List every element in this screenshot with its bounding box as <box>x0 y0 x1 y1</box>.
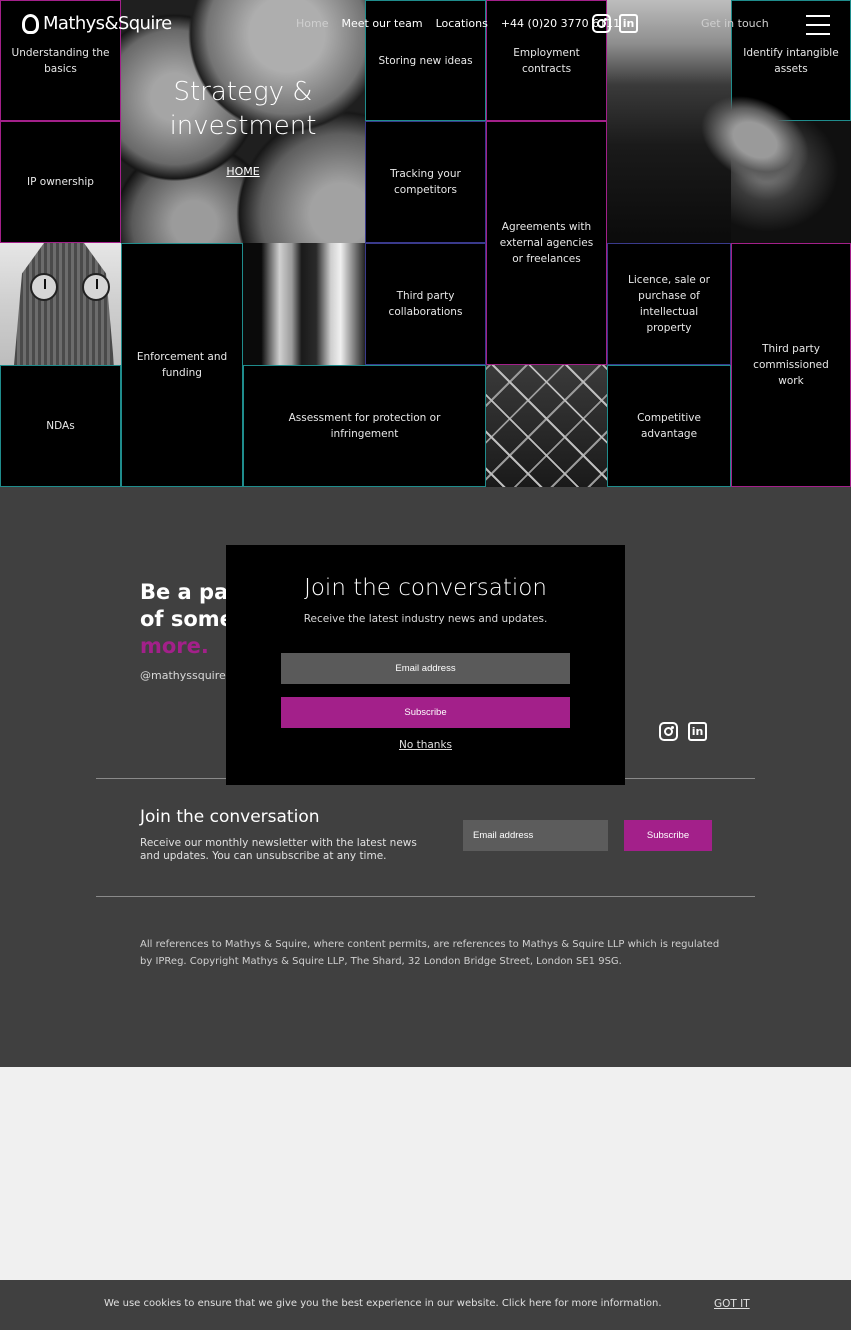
tile-competitive-advantage[interactable]: Competitive advantage <box>607 365 731 487</box>
instagram-icon[interactable] <box>592 14 611 33</box>
modal-title: Join the conversation <box>304 575 547 601</box>
tile-ndas[interactable]: NDAs <box>0 365 121 487</box>
modal-subtitle: Receive the latest industry news and upd… <box>303 613 548 625</box>
tile-enforcement-and-funding[interactable]: Enforcement and funding <box>121 243 243 487</box>
tile-third-party-commissioned-work[interactable]: Third party commissioned work <box>731 243 851 487</box>
net-image <box>486 365 607 487</box>
legal-text: All references to Mathys & Squire, where… <box>140 939 720 967</box>
big-ben-image <box>0 243 121 365</box>
header-social: in <box>592 14 638 33</box>
main-nav: Home Meet our team Locations +44 (0)20 3… <box>296 17 620 30</box>
newsletter-modal: Join the conversation Receive the latest… <box>226 545 625 785</box>
tile-tracking-your-competitors[interactable]: Tracking your competitors <box>365 121 486 243</box>
modal-subscribe-button[interactable]: Subscribe <box>281 697 570 728</box>
columns-image <box>243 243 365 365</box>
newsletter-subscribe-button[interactable]: Subscribe <box>624 820 712 851</box>
breadcrumb-home-link[interactable]: HOME <box>226 165 259 178</box>
linkedin-icon[interactable]: in <box>619 14 638 33</box>
site-header: Mathys&Squire Home Meet our team Locatio… <box>0 0 851 50</box>
tile-assessment-for-protection[interactable]: Assessment for protection or infringemen… <box>243 365 486 487</box>
linkedin-icon[interactable]: in <box>688 722 707 741</box>
social-handle[interactable]: @mathyssquiresc <box>140 669 238 682</box>
get-in-touch-link[interactable]: Get in touch <box>701 17 769 30</box>
logo[interactable]: Mathys&Squire <box>22 13 172 34</box>
modal-email-input[interactable] <box>281 653 570 684</box>
tile-third-party-collaborations[interactable]: Third party collaborations <box>365 243 486 365</box>
nav-home[interactable]: Home <box>296 17 328 30</box>
newsletter-description: Receive our monthly newsletter with the … <box>140 837 417 862</box>
nav-locations[interactable]: Locations <box>436 17 488 30</box>
logo-mark-icon <box>22 13 39 34</box>
divider <box>96 896 755 897</box>
instagram-icon[interactable] <box>659 722 678 741</box>
cookie-banner: We use cookies to ensure that we give yo… <box>0 1280 851 1330</box>
no-thanks-link[interactable]: No thanks <box>226 739 625 751</box>
footer-social: in <box>659 722 707 741</box>
hamburger-menu-icon[interactable] <box>806 15 830 35</box>
nav-meet-our-team[interactable]: Meet our team <box>341 17 422 30</box>
tile-licence-sale-purchase-ip[interactable]: Licence, sale or purchase of intellectua… <box>607 243 731 365</box>
hero: Strategy & investment HOME <box>121 75 365 180</box>
newsletter-email-input[interactable] <box>463 820 608 851</box>
cookie-accept-button[interactable]: GOT IT <box>714 1298 750 1310</box>
cookie-text[interactable]: We use cookies to ensure that we give yo… <box>104 1298 662 1309</box>
tile-agreements-with-external-agencies[interactable]: Agreements with external agencies or fre… <box>486 121 607 365</box>
newsletter-title: Join the conversation <box>140 807 320 827</box>
page-title: Strategy & investment <box>169 77 317 141</box>
services-grid: Understanding the basics Storing new ide… <box>0 0 851 487</box>
tile-ip-ownership[interactable]: IP ownership <box>0 121 121 243</box>
